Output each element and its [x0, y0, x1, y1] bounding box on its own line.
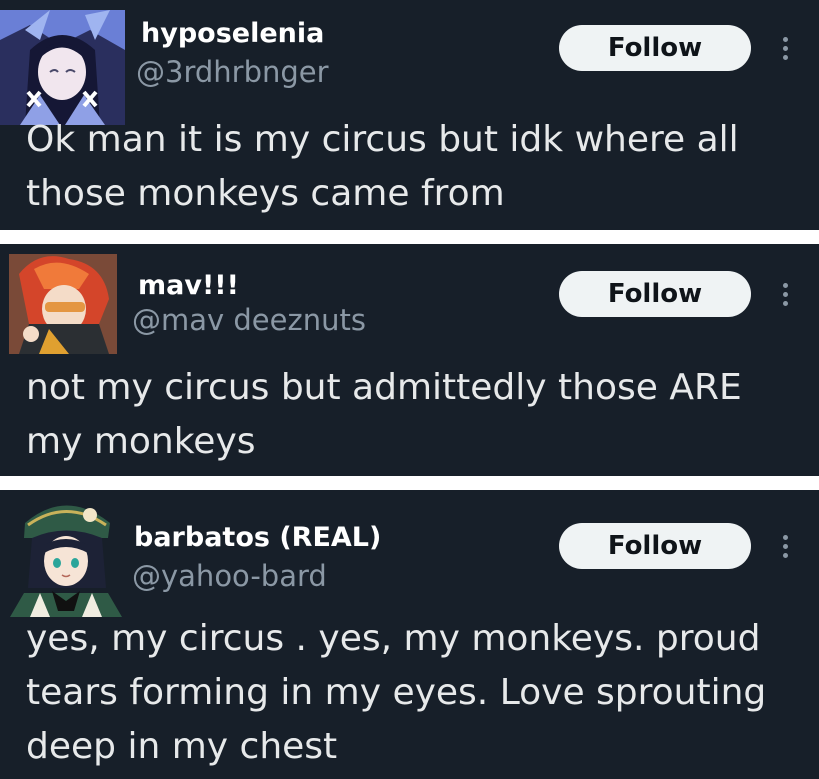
display-name[interactable]: hyposelenia [141, 20, 324, 47]
avatar-image [0, 10, 125, 125]
tweet-text: yes, my circus . yes, my monkeys. proud … [26, 618, 767, 767]
display-name[interactable]: barbatos (REAL) [134, 524, 381, 551]
display-name[interactable]: mav!!! [138, 272, 239, 299]
avatar[interactable] [0, 10, 125, 125]
avatar[interactable] [9, 254, 117, 354]
handle[interactable]: @3rdhrbnger [136, 58, 329, 87]
more-vertical-icon[interactable] [770, 33, 800, 63]
follow-button[interactable]: Follow [559, 25, 751, 71]
tweet-text: Ok man it is my circus but idk where all… [26, 119, 739, 214]
post-mav: mav!!! @mav deeznuts Follow not my circu… [0, 244, 819, 476]
post-barbatos: barbatos (REAL) @yahoo-bard Follow yes, … [0, 490, 819, 779]
follow-button[interactable]: Follow [559, 271, 751, 317]
more-vertical-icon[interactable] [770, 531, 800, 561]
follow-button[interactable]: Follow [559, 523, 751, 569]
tweet-text: not my circus but admittedly those ARE m… [26, 367, 742, 462]
post-hyposelenia: hyposelenia @3rdhrbnger Follow Ok man it… [0, 0, 819, 230]
more-vertical-icon[interactable] [770, 279, 800, 309]
avatar[interactable] [10, 493, 122, 617]
handle[interactable]: @mav deeznuts [132, 306, 366, 335]
avatar-image [10, 493, 122, 617]
handle[interactable]: @yahoo-bard [132, 562, 327, 591]
avatar-image [9, 254, 117, 354]
